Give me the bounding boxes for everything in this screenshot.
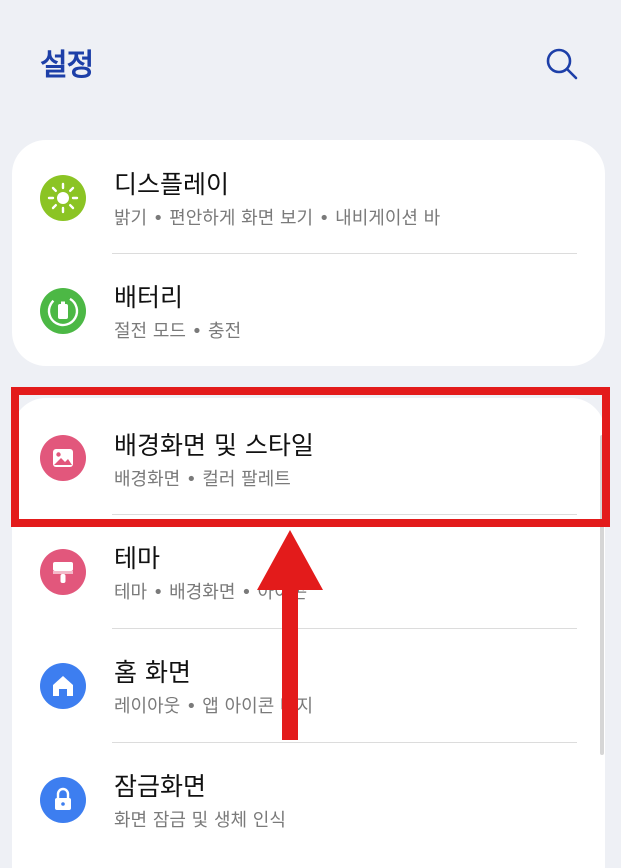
menu-item-display[interactable]: 디스플레이 밝기 • 편안하게 화면 보기 • 내비게이션 바: [12, 140, 605, 253]
menu-item-title: 배터리: [114, 283, 184, 312]
search-icon: [546, 48, 578, 80]
paintbrush-icon: [40, 549, 86, 595]
menu-item-subtitle: 밝기 • 편안하게 화면 보기 • 내비게이션 바: [114, 208, 441, 229]
menu-item-subtitle: 절전 모드 • 충전: [114, 321, 242, 342]
menu-item-themes[interactable]: 테마 테마 • 배경화면 • 아이콘: [12, 514, 605, 627]
sun-icon: [40, 175, 86, 221]
picture-icon: [40, 435, 86, 481]
home-icon: [40, 663, 86, 709]
menu-item-subtitle: 배경화면 • 컬러 팔레트: [114, 469, 291, 490]
menu-item-home-screen[interactable]: 홈 화면 레이아웃 • 앱 아이콘 배지: [12, 628, 605, 741]
menu-item-title: 배경화면 및 스타일: [114, 431, 314, 460]
menu-item-title: 디스플레이: [114, 170, 230, 199]
menu-item-battery[interactable]: 배터리 절전 모드 • 충전: [12, 253, 605, 366]
search-button[interactable]: [540, 42, 584, 86]
header-bar: 설정: [0, 0, 621, 130]
menu-item-title: 잠금화면: [114, 772, 207, 801]
scrollbar[interactable]: [600, 435, 604, 755]
battery-icon: [40, 288, 86, 334]
settings-group-1: 디스플레이 밝기 • 편안하게 화면 보기 • 내비게이션 바 배터리 절전 모…: [12, 140, 605, 366]
lock-icon: [40, 777, 86, 823]
settings-group-2: 배경화면 및 스타일 배경화면 • 컬러 팔레트 테마 테마 • 배경화면 • …: [12, 398, 605, 868]
menu-item-title: 홈 화면: [114, 658, 191, 687]
menu-item-subtitle: 테마 • 배경화면 • 아이콘: [114, 582, 308, 603]
menu-item-subtitle: 화면 잠금 및 생체 인식: [114, 810, 286, 831]
menu-item-lock-screen[interactable]: 잠금화면 화면 잠금 및 생체 인식: [12, 742, 605, 855]
menu-item-title: 테마: [114, 544, 161, 573]
menu-item-subtitle: 레이아웃 • 앱 아이콘 배지: [114, 696, 314, 717]
page-title: 설정: [40, 48, 94, 83]
menu-item-wallpaper-style[interactable]: 배경화면 및 스타일 배경화면 • 컬러 팔레트: [12, 398, 605, 511]
